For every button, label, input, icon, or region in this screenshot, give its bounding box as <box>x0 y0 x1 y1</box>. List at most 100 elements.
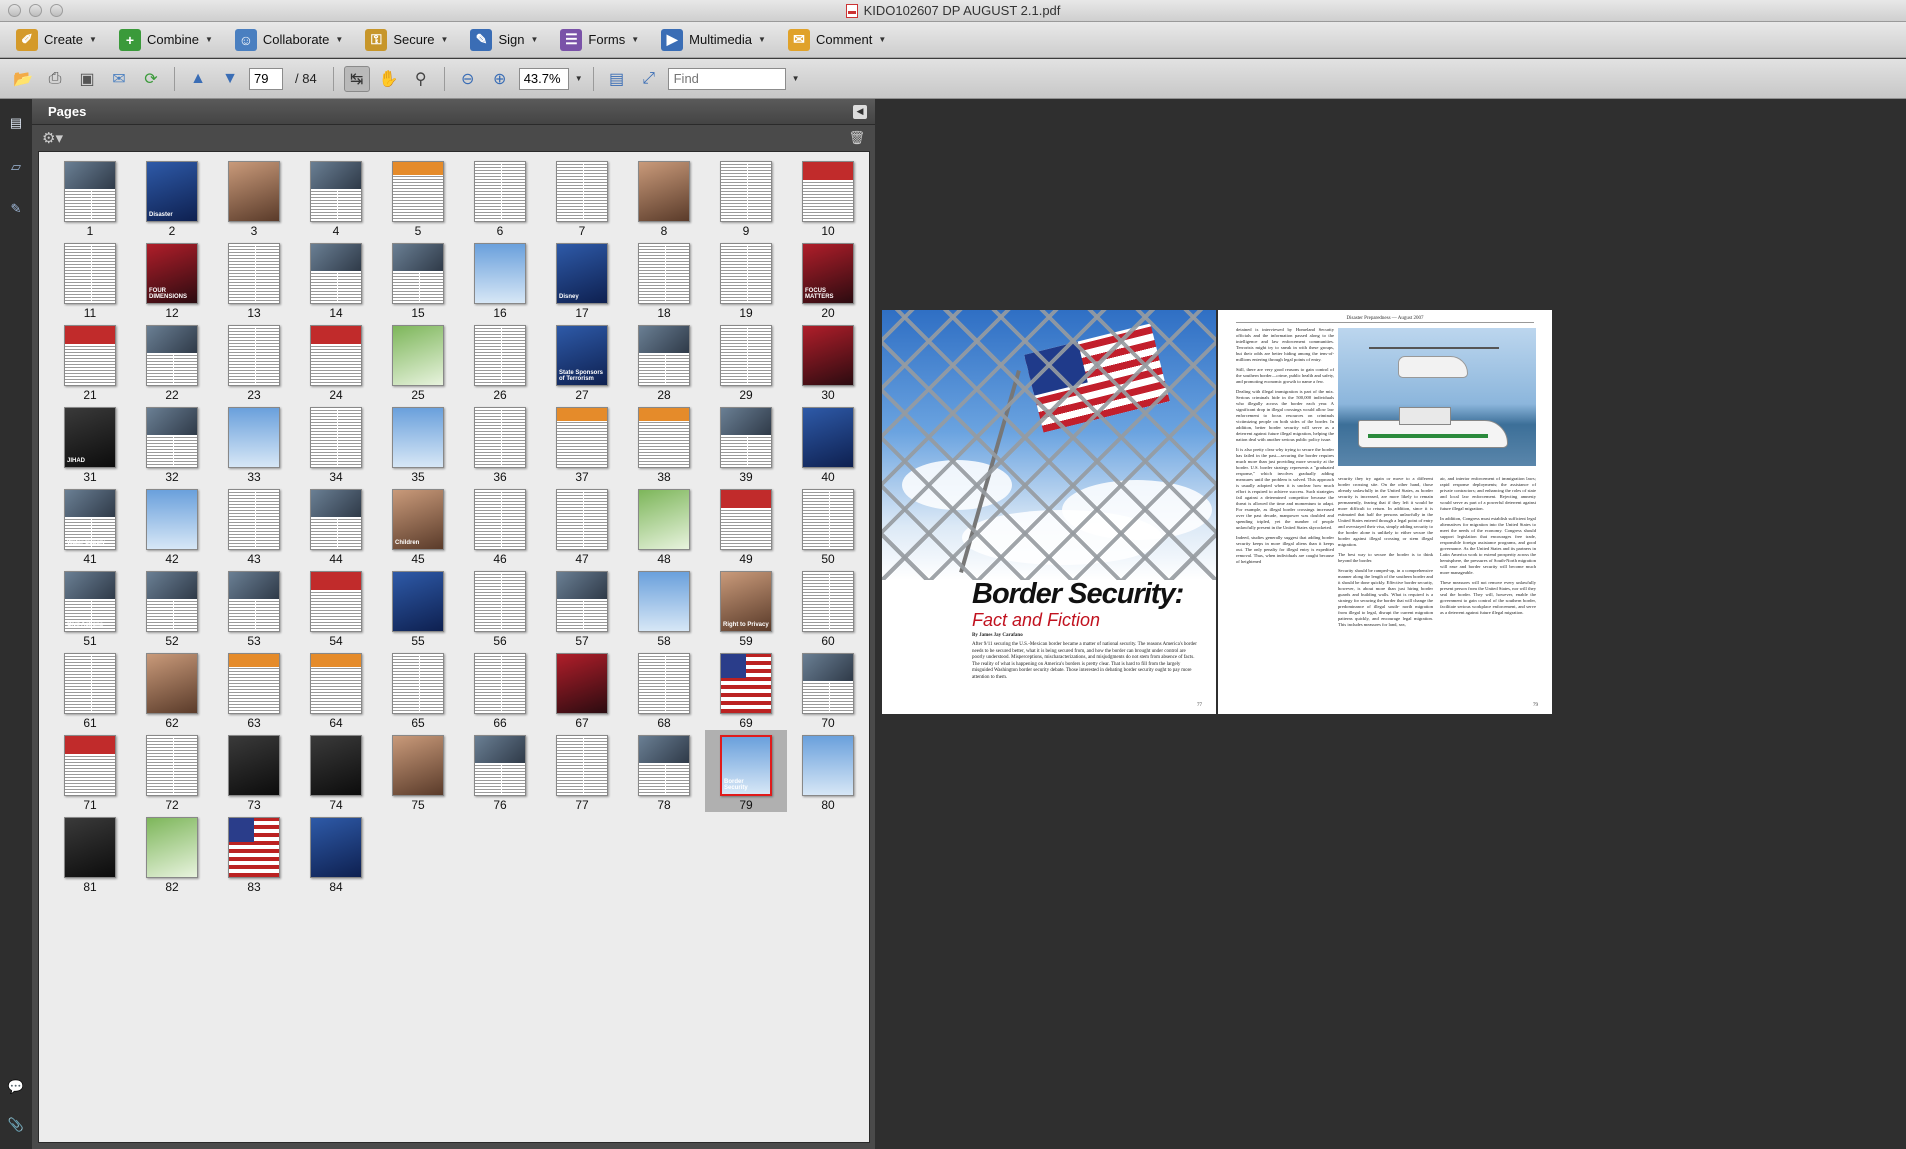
toolbar-forms-button[interactable]: ☰ Forms ▼ <box>556 27 643 53</box>
page-thumbnail[interactable]: 43 <box>213 484 295 566</box>
page-thumbnail[interactable]: 34 <box>295 402 377 484</box>
next-page-icon[interactable]: ▼ <box>217 66 243 92</box>
find-dropdown-caret-icon[interactable]: ▼ <box>792 74 800 83</box>
zoom-out-icon[interactable]: ⊖ <box>455 66 481 92</box>
page-thumbnail[interactable]: 58 <box>623 566 705 648</box>
signatures-icon[interactable]: ✎ <box>6 199 26 219</box>
page-thumbnail[interactable]: 33 <box>213 402 295 484</box>
page-thumbnail[interactable]: 57 <box>541 566 623 648</box>
toolbar-create-button[interactable]: ✐ Create ▼ <box>12 27 101 53</box>
page-thumbnail[interactable]: 55 <box>377 566 459 648</box>
email-icon[interactable]: ✉ <box>106 66 132 92</box>
page-thumbnail[interactable]: 40 <box>787 402 869 484</box>
zoom-window-button[interactable] <box>50 4 63 17</box>
bookmarks-icon[interactable]: ▱ <box>6 157 26 177</box>
hand-tool-icon[interactable]: ✋ <box>376 66 402 92</box>
page-thumbnail[interactable]: Civil Actions 51 <box>49 566 131 648</box>
page-thumbnail[interactable]: 70 <box>787 648 869 730</box>
page-thumbnail[interactable]: 9 <box>705 156 787 238</box>
page-thumbnail[interactable]: FOCUS MATTERS 20 <box>787 238 869 320</box>
print-icon[interactable]: ⎙ <box>42 66 68 92</box>
page-thumbnail[interactable]: 13 <box>213 238 295 320</box>
page-thumbnail[interactable]: 23 <box>213 320 295 402</box>
minimize-window-button[interactable] <box>29 4 42 17</box>
open-folder-icon[interactable]: 📂 <box>10 66 36 92</box>
page-thumbnail[interactable]: 4 <box>295 156 377 238</box>
page-thumbnail[interactable]: 66 <box>459 648 541 730</box>
page-thumbnail[interactable]: 75 <box>377 730 459 812</box>
comments-icon[interactable]: 💬 <box>6 1077 26 1097</box>
toolbar-collaborate-button[interactable]: ☺ Collaborate ▼ <box>231 27 347 53</box>
page-thumbnail[interactable]: 24 <box>295 320 377 402</box>
page-thumbnail[interactable]: 6 <box>459 156 541 238</box>
page-thumbnail[interactable]: 64 <box>295 648 377 730</box>
page-thumbnail[interactable]: Right to Privacy 59 <box>705 566 787 648</box>
page-number-input[interactable] <box>249 67 283 90</box>
fit-page-icon[interactable]: ▤ <box>604 66 630 92</box>
page-thumbnail[interactable]: 39 <box>705 402 787 484</box>
page-thumbnail[interactable]: JIHAD 31 <box>49 402 131 484</box>
save-icon[interactable]: ▣ <box>74 66 100 92</box>
page-thumbnail[interactable]: 8 <box>623 156 705 238</box>
page-thumbnail[interactable]: 26 <box>459 320 541 402</box>
page-thumbnail[interactable]: 5 <box>377 156 459 238</box>
collapse-panel-icon[interactable]: ◀ <box>853 104 867 119</box>
zoom-in-icon[interactable]: ⊕ <box>487 66 513 92</box>
page-thumbnail[interactable]: 49 <box>705 484 787 566</box>
page-thumbnail[interactable]: 76 <box>459 730 541 812</box>
page-thumbnail[interactable]: 28 <box>623 320 705 402</box>
page-thumbnail[interactable]: 61 <box>49 648 131 730</box>
page-thumbnail[interactable]: 35 <box>377 402 459 484</box>
page-thumbnail[interactable]: 84 <box>295 812 377 894</box>
page-thumbnail[interactable]: Disaster 2 <box>131 156 213 238</box>
page-thumbnail[interactable]: 11 <box>49 238 131 320</box>
page-thumbnail[interactable]: 80 <box>787 730 869 812</box>
page-thumbnail[interactable]: 47 <box>541 484 623 566</box>
page-thumbnail[interactable]: State Sponsors of Terrorism 27 <box>541 320 623 402</box>
page-thumbnail[interactable]: 22 <box>131 320 213 402</box>
fit-width-icon[interactable]: ⤢ <box>636 66 662 92</box>
page-thumbnail[interactable]: FOUR DIMENSIONS 12 <box>131 238 213 320</box>
page-thumbnail[interactable]: 54 <box>295 566 377 648</box>
page-thumbnail[interactable]: 15 <box>377 238 459 320</box>
toolbar-secure-button[interactable]: ⚿ Secure ▼ <box>361 27 452 53</box>
document-view[interactable]: Border Security: Fact and Fiction By Jam… <box>875 99 1906 1149</box>
thumbnail-area[interactable]: 1 Disaster 2 3 4 5 6 7 8 9 10 11 FOUR DIMENSIONS 12 13… <box>38 151 870 1143</box>
page-thumbnail[interactable]: 46 <box>459 484 541 566</box>
page-thumbnail[interactable]: 69 <box>705 648 787 730</box>
page-thumbnail[interactable]: 68 <box>623 648 705 730</box>
page-thumbnail[interactable]: 38 <box>623 402 705 484</box>
page-thumbnail[interactable]: 21 <box>49 320 131 402</box>
page-thumbnail[interactable]: 82 <box>131 812 213 894</box>
pages-panel-icon[interactable]: ▤ <box>6 113 26 133</box>
page-thumbnail[interactable]: 1 <box>49 156 131 238</box>
previous-page-icon[interactable]: ▲ <box>185 66 211 92</box>
close-window-button[interactable] <box>8 4 21 17</box>
toolbar-combine-button[interactable]: + Combine ▼ <box>115 27 217 53</box>
page-thumbnail[interactable]: 16 <box>459 238 541 320</box>
page-thumbnail[interactable]: 53 <box>213 566 295 648</box>
page-thumbnail[interactable]: 36 <box>459 402 541 484</box>
toolbar-multimedia-button[interactable]: ▶ Multimedia ▼ <box>657 27 770 53</box>
select-tool-icon[interactable]: ↹ <box>343 65 370 92</box>
page-thumbnail[interactable]: 77 <box>541 730 623 812</box>
page-thumbnail[interactable]: 19 <box>705 238 787 320</box>
trash-icon[interactable]: 🗑 <box>848 130 865 146</box>
page-thumbnail[interactable]: 74 <box>295 730 377 812</box>
toolbar-sign-button[interactable]: ✎ Sign ▼ <box>466 27 542 53</box>
page-thumbnail[interactable]: 62 <box>131 648 213 730</box>
page-thumbnail[interactable]: 73 <box>213 730 295 812</box>
page-thumbnail[interactable]: 81 <box>49 812 131 894</box>
page-thumbnail[interactable]: 56 <box>459 566 541 648</box>
page-thumbnail[interactable]: 30 <box>787 320 869 402</box>
page-thumbnail[interactable]: Water Supply 41 <box>49 484 131 566</box>
page-thumbnail[interactable]: 37 <box>541 402 623 484</box>
page-thumbnail[interactable]: 63 <box>213 648 295 730</box>
page-thumbnail[interactable]: 25 <box>377 320 459 402</box>
page-thumbnail[interactable]: 44 <box>295 484 377 566</box>
zoom-dropdown-caret-icon[interactable]: ▼ <box>575 74 583 83</box>
page-thumbnail[interactable]: 65 <box>377 648 459 730</box>
page-thumbnail[interactable]: 48 <box>623 484 705 566</box>
page-thumbnail[interactable]: 7 <box>541 156 623 238</box>
page-thumbnail[interactable]: 14 <box>295 238 377 320</box>
